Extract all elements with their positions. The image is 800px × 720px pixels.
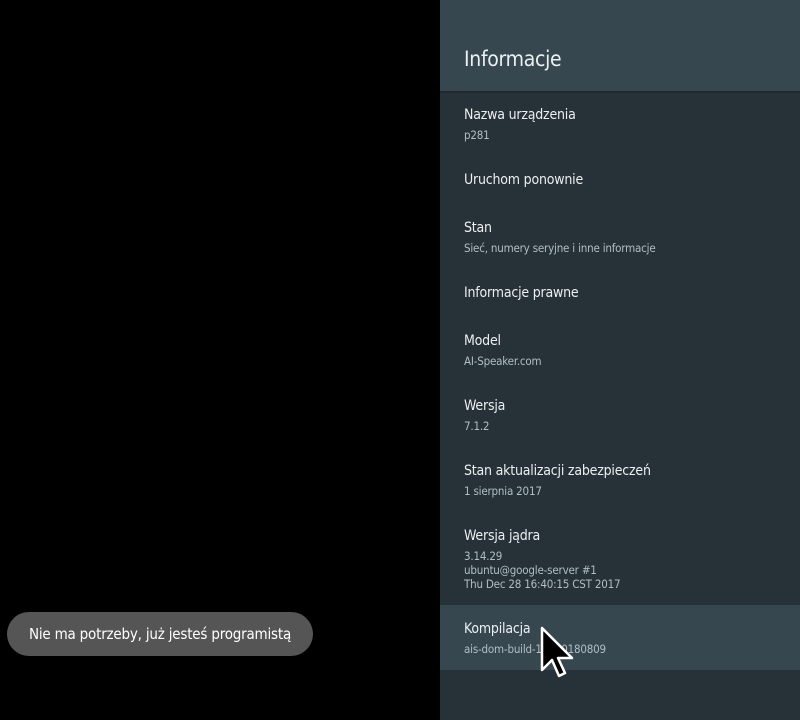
version-item[interactable]: Wersja 7.1.2: [440, 387, 800, 452]
item-title: Uruchom ponownie: [464, 172, 583, 188]
restart-item[interactable]: Uruchom ponownie: [440, 161, 800, 209]
security-patch-item[interactable]: Stan aktualizacji zabezpieczeń 1 sierpni…: [440, 452, 800, 517]
status-item[interactable]: Stan Sieć, numery seryjne i inne informa…: [440, 209, 800, 274]
item-title: Nazwa urządzenia: [464, 107, 576, 123]
model-item[interactable]: Model AI-Speaker.com: [440, 322, 800, 387]
device-name-item[interactable]: Nazwa urządzenia p281: [440, 96, 800, 161]
kernel-version-item[interactable]: Wersja jądra 3.14.29 ubuntu@google-serve…: [440, 517, 800, 605]
item-summary: 3.14.29 ubuntu@google-server #1 Thu Dec …: [464, 549, 621, 591]
item-summary: ais-dom-build-1.0-20180809: [464, 642, 606, 656]
item-title: Stan aktualizacji zabezpieczeń: [464, 463, 651, 479]
item-title: Kompilacja: [464, 621, 531, 637]
item-summary: Sieć, numery seryjne i inne informacje: [464, 241, 656, 255]
item-summary: AI-Speaker.com: [464, 354, 542, 368]
toast-text: Nie ma potrzeby, już jesteś programistą: [28, 625, 292, 643]
item-title: Wersja: [464, 398, 506, 414]
item-title: Stan: [464, 220, 492, 236]
mouse-pointer-icon: [540, 626, 574, 678]
build-number-item[interactable]: Kompilacja ais-dom-build-1.0-20180809: [440, 605, 800, 670]
settings-panel: Informacje Nazwa urządzenia p281 Uruchom…: [440, 0, 800, 720]
item-summary: 1 sierpnia 2017: [464, 484, 542, 498]
item-summary: 7.1.2: [464, 419, 490, 433]
toast-message: Nie ma potrzeby, już jesteś programistą: [7, 612, 313, 656]
item-title: Wersja jądra: [464, 528, 541, 544]
panel-title: Informacje: [464, 47, 562, 71]
item-title: Model: [464, 333, 501, 349]
panel-header: Informacje: [440, 0, 800, 91]
legal-info-item[interactable]: Informacje prawne: [440, 274, 800, 322]
item-summary: p281: [464, 128, 490, 142]
item-title: Informacje prawne: [464, 285, 579, 301]
